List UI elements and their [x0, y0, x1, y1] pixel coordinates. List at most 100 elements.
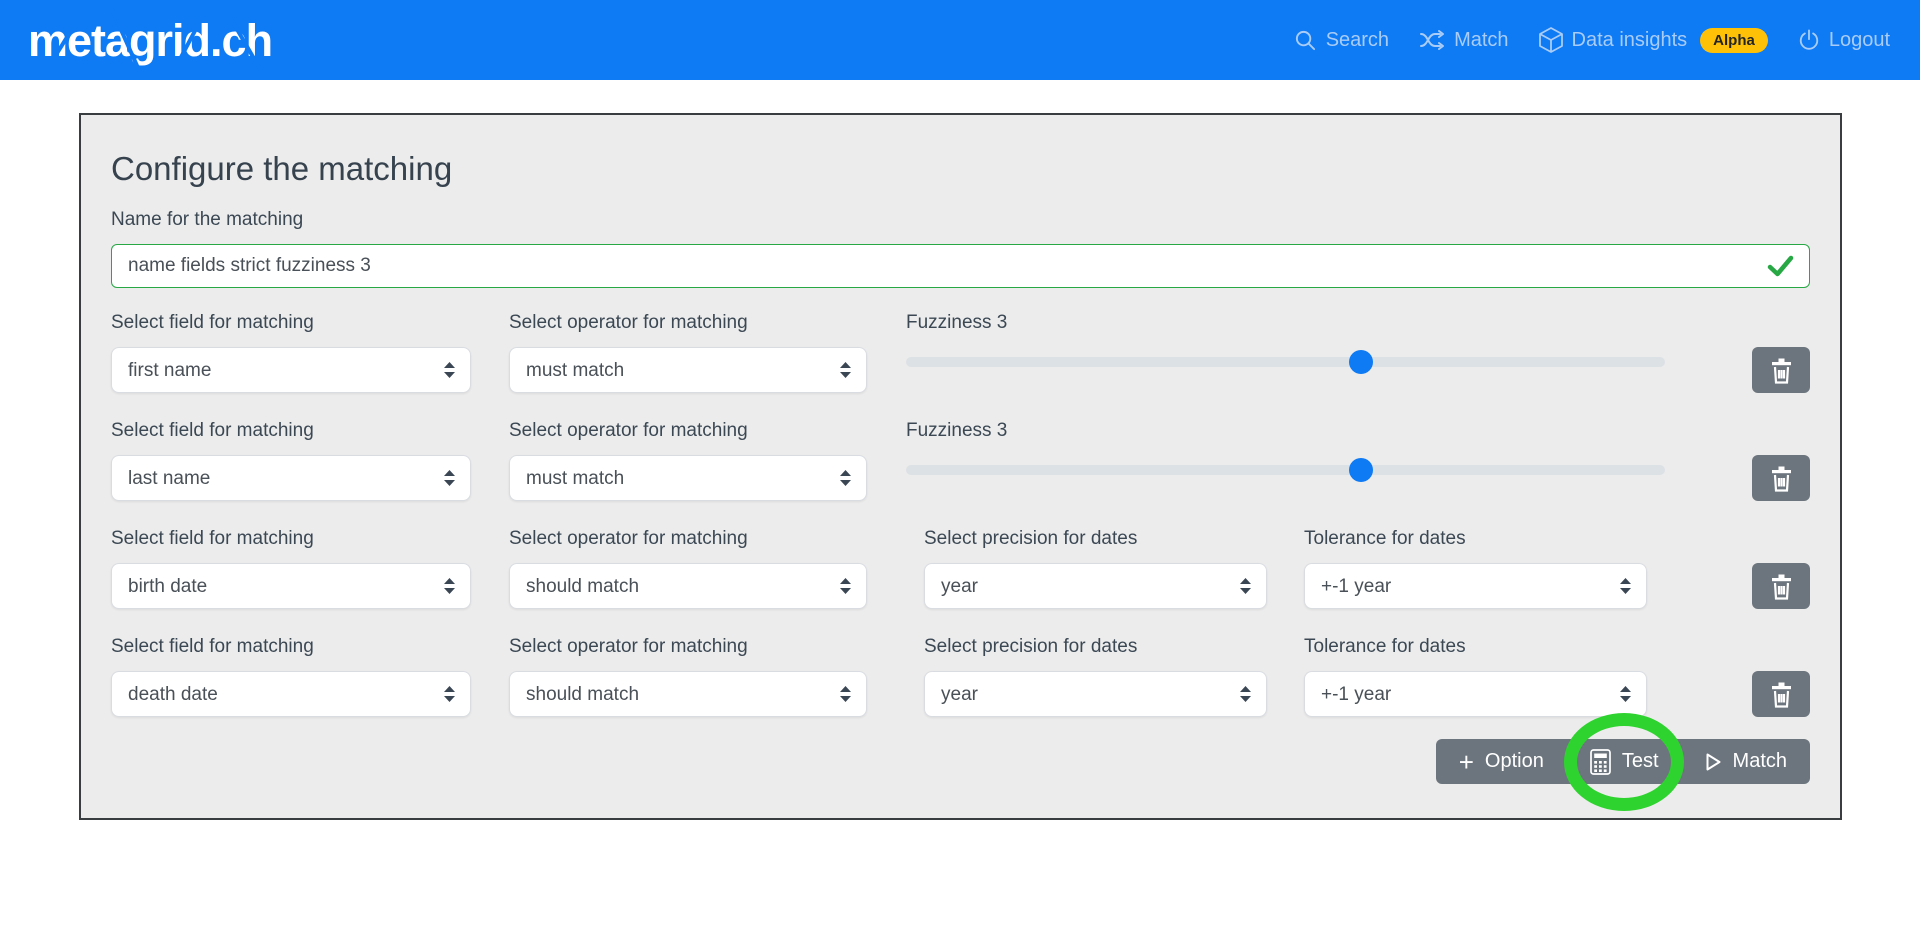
operator-select[interactable]: should match — [509, 563, 867, 609]
field-select[interactable]: birth date — [111, 563, 471, 609]
precision-select-label: Select precision for dates — [924, 528, 1137, 550]
cube-icon — [1539, 27, 1563, 53]
operator-select-col: Select operator for matching should match — [509, 628, 867, 736]
brand-text: metagrid.ch — [28, 15, 272, 66]
field-select-col: Select field for matching death date — [111, 628, 471, 736]
nav-logout-label: Logout — [1829, 29, 1890, 52]
matching-row: Select field for matchingdeath dateSelec… — [111, 628, 1810, 736]
nav-search[interactable]: Search — [1294, 29, 1389, 52]
field-select-wrap: death date — [111, 671, 471, 717]
field-select-label: Select field for matching — [111, 636, 314, 658]
delete-row-button[interactable] — [1752, 347, 1810, 393]
actions-button-group: +Option Test Match — [1436, 739, 1810, 784]
tolerance-select-col: Tolerance for dates +-1 year — [1304, 520, 1647, 628]
trash-icon — [1770, 465, 1793, 492]
precision-select[interactable]: year — [924, 671, 1267, 717]
matching-rows: Select field for matchingfirst nameSelec… — [111, 304, 1810, 736]
field-select-col: Select field for matching last name — [111, 412, 471, 520]
search-icon — [1294, 29, 1317, 52]
top-navbar: metagrid.ch Search Match Data insights A… — [0, 0, 1920, 80]
fuzziness-slider[interactable] — [906, 357, 1665, 367]
precision-select[interactable]: year — [924, 563, 1267, 609]
operator-select-col: Select operator for matching must match — [509, 304, 867, 412]
tolerance-select[interactable]: +-1 year — [1304, 563, 1647, 609]
operator-select-wrap: must match — [509, 347, 867, 393]
precision-select-col: Select precision for dates year — [924, 520, 1267, 628]
operator-select[interactable]: must match — [509, 455, 867, 501]
match-button[interactable]: Match — [1682, 739, 1810, 784]
play-icon — [1705, 752, 1722, 772]
nav-match-label: Match — [1454, 29, 1508, 52]
actions-row: +Option Test Match — [111, 739, 1810, 784]
operator-select-col: Select operator for matchingmust match — [509, 412, 867, 520]
operator-select[interactable]: must match — [509, 347, 867, 393]
operator-select-wrap: should match — [509, 671, 867, 717]
matching-row: Select field for matchinglast nameSelect… — [111, 412, 1810, 520]
page-title: Configure the matching — [111, 149, 1810, 189]
slider-thumb[interactable] — [1349, 350, 1373, 374]
test-button-label: Test — [1622, 750, 1659, 773]
precision-select-wrap: year — [924, 671, 1267, 717]
calculator-icon — [1590, 749, 1611, 775]
operator-select-wrap: should match — [509, 563, 867, 609]
fuzziness-col: Fuzziness 3 — [906, 304, 1665, 412]
field-select-label: Select field for matching — [111, 528, 314, 550]
test-button[interactable]: Test — [1567, 739, 1682, 784]
matching-row: Select field for matchingfirst nameSelec… — [111, 304, 1810, 412]
valid-check-icon — [1767, 255, 1794, 277]
fuzziness-col: Fuzziness 3 — [906, 412, 1665, 520]
nav-match[interactable]: Match — [1419, 29, 1508, 52]
trash-icon — [1770, 681, 1793, 708]
operator-select[interactable]: should match — [509, 671, 867, 717]
fuzziness-label: Fuzziness 3 — [906, 420, 1007, 442]
power-icon — [1798, 29, 1820, 51]
tolerance-select-wrap: +-1 year — [1304, 671, 1647, 717]
operator-select-wrap: must match — [509, 455, 867, 501]
tolerance-select-label: Tolerance for dates — [1304, 636, 1466, 658]
operator-select-label: Select operator for matching — [509, 312, 748, 334]
page-content: Configure the matching Name for the matc… — [0, 113, 1920, 820]
field-select[interactable]: death date — [111, 671, 471, 717]
delete-row-button[interactable] — [1752, 455, 1810, 501]
matching-row: Select field for matchingbirth dateSelec… — [111, 520, 1810, 628]
nav-data-insights-label: Data insights — [1572, 29, 1688, 52]
field-select-col: Select field for matching first name — [111, 304, 471, 412]
tolerance-select-wrap: +-1 year — [1304, 563, 1647, 609]
operator-select-label: Select operator for matching — [509, 636, 748, 658]
precision-select-col: Select precision for dates year — [924, 628, 1267, 736]
delete-row-button[interactable] — [1752, 563, 1810, 609]
field-select-col: Select field for matching birth date — [111, 520, 471, 628]
matching-name-input[interactable] — [111, 244, 1810, 288]
matching-name-label: Name for the matching — [111, 209, 1810, 232]
alpha-badge: Alpha — [1700, 28, 1768, 53]
tolerance-select-col: Tolerance for dates +-1 year — [1304, 628, 1647, 736]
slider-thumb[interactable] — [1349, 458, 1373, 482]
fuzziness-label: Fuzziness 3 — [906, 312, 1007, 334]
matching-name-wrap — [111, 244, 1810, 288]
field-select-wrap: first name — [111, 347, 471, 393]
tolerance-select[interactable]: +-1 year — [1304, 671, 1647, 717]
shuffle-icon — [1419, 29, 1445, 51]
field-select-wrap: last name — [111, 455, 471, 501]
trash-icon — [1770, 573, 1793, 600]
operator-select-label: Select operator for matching — [509, 528, 748, 550]
field-select-label: Select field for matching — [111, 420, 314, 442]
option-button[interactable]: +Option — [1436, 739, 1567, 784]
brand-logo[interactable]: metagrid.ch — [28, 18, 272, 63]
option-button-label: Option — [1485, 750, 1544, 773]
field-select[interactable]: last name — [111, 455, 471, 501]
operator-select-col: Select operator for matching should match — [509, 520, 867, 628]
field-select[interactable]: first name — [111, 347, 471, 393]
nav-logout[interactable]: Logout — [1798, 29, 1890, 52]
configure-matching-panel: Configure the matching Name for the matc… — [79, 113, 1842, 820]
tolerance-select-label: Tolerance for dates — [1304, 528, 1466, 550]
field-select-label: Select field for matching — [111, 312, 314, 334]
match-button-label: Match — [1733, 750, 1787, 773]
fuzziness-slider[interactable] — [906, 465, 1665, 475]
trash-icon — [1770, 357, 1793, 384]
nav-search-label: Search — [1326, 29, 1389, 52]
main-nav: Search Match Data insights Alpha Logout — [1294, 27, 1890, 53]
precision-select-label: Select precision for dates — [924, 636, 1137, 658]
nav-data-insights[interactable]: Data insights Alpha — [1539, 27, 1768, 53]
delete-row-button[interactable] — [1752, 671, 1810, 717]
